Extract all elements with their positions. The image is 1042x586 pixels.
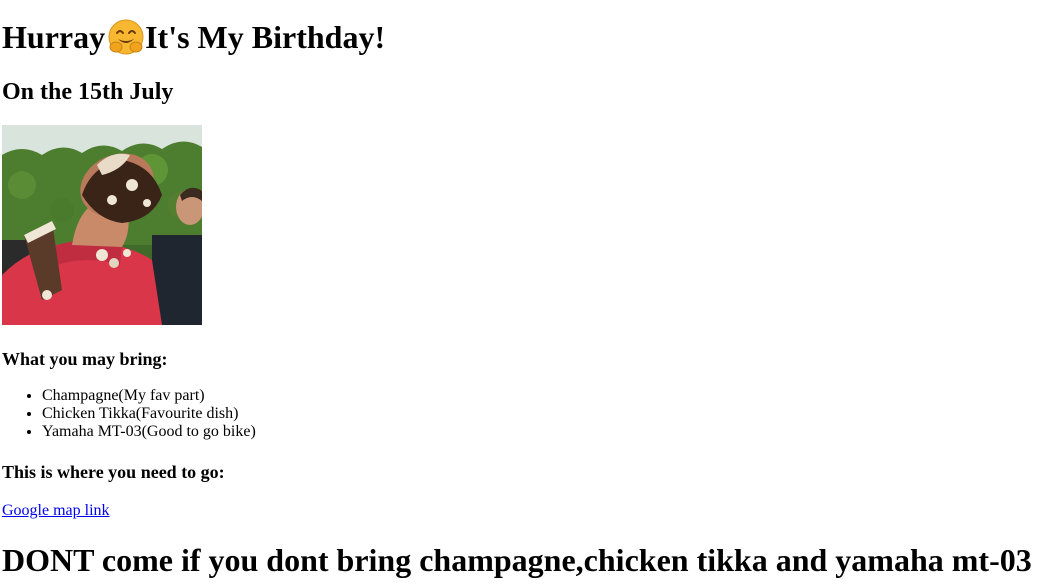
title-text-after: It's My Birthday!: [145, 19, 386, 55]
list-item: Yamaha MT-03(Good to go bike): [42, 423, 256, 441]
page-title: Hurray It's My Birthday!: [2, 16, 385, 58]
title-text-before: Hurray: [2, 19, 106, 55]
bring-list: Champagne(My fav part) Chicken Tikka(Fav…: [2, 387, 256, 441]
event-date: On the 15th July: [2, 79, 174, 105]
warning-heading: DONT come if you dont bring champagne,ch…: [2, 542, 1032, 578]
hugging-face-icon: [108, 19, 144, 55]
bring-heading: What you may bring:: [2, 349, 168, 369]
list-item: Chicken Tikka(Favourite dish): [42, 405, 256, 423]
location-heading: This is where you need to go:: [2, 462, 225, 482]
page: Hurray It's My Birthday! On the 15th Jul…: [0, 0, 1042, 586]
list-item: Champagne(My fav part): [42, 387, 256, 405]
google-map-link[interactable]: Google map link: [2, 501, 110, 521]
birthday-photo: [2, 125, 202, 325]
